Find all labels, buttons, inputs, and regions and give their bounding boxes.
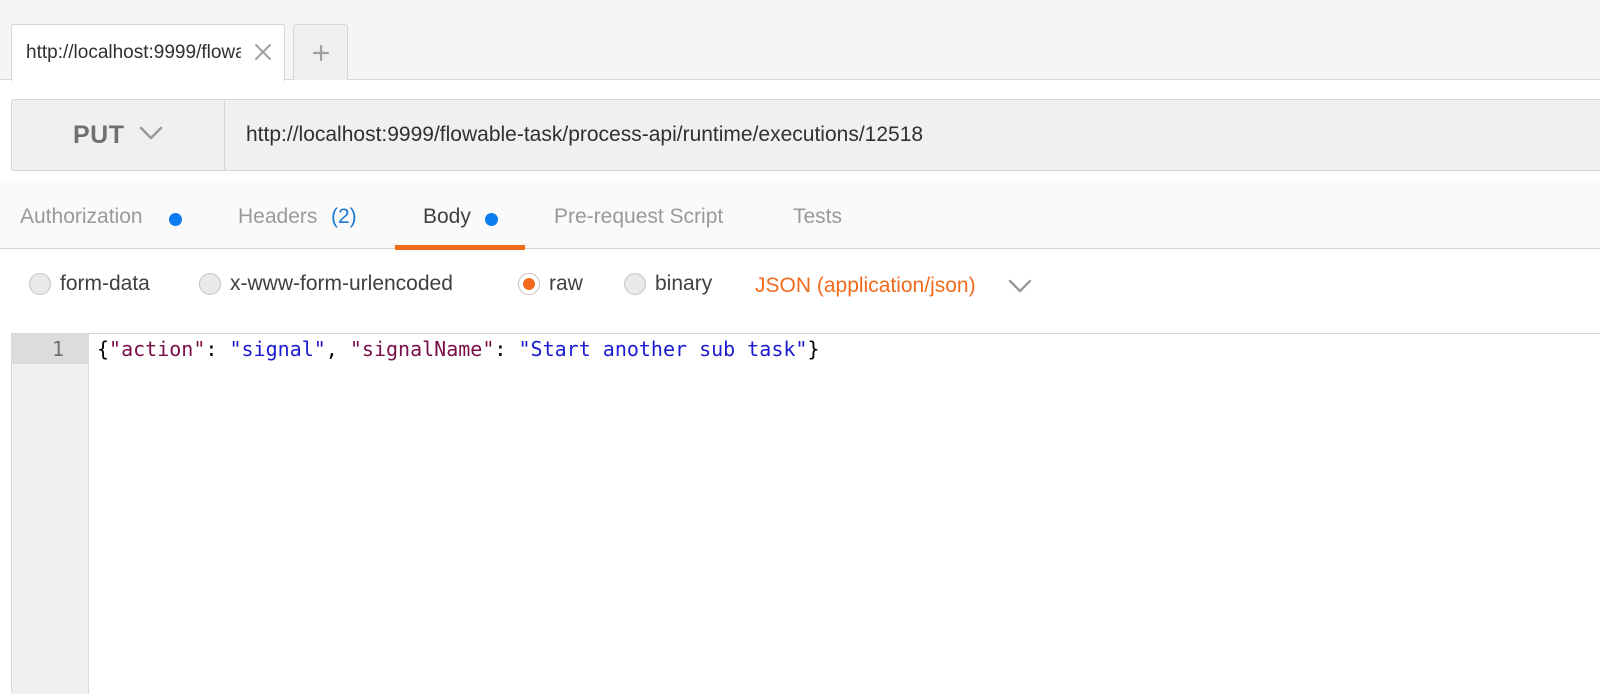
json-key: "signalName"	[349, 337, 495, 361]
json-brace: {	[97, 337, 110, 361]
method-label: PUT	[73, 121, 125, 149]
request-tab-strip: http://localhost:9999/flowable-task/proc…	[0, 0, 1600, 81]
radio-form-data[interactable]: form-data	[29, 270, 174, 300]
line-number-gutter: 1	[12, 334, 89, 694]
chevron-down-icon	[1008, 278, 1032, 299]
tab-authorization-label: Authorization	[20, 205, 143, 228]
request-bar: PUT	[11, 99, 1600, 171]
plus-icon	[312, 44, 330, 62]
tab-pre-request-script-label: Pre-request Script	[554, 205, 724, 228]
tab-authorization[interactable]: Authorization	[0, 180, 200, 249]
tab-tests[interactable]: Tests	[780, 180, 860, 249]
json-brace: }	[807, 337, 820, 361]
radio-x-www-form-urlencoded[interactable]: x-www-form-urlencoded	[199, 270, 489, 300]
url-input[interactable]	[226, 100, 1600, 170]
json-string: "Start another sub task"	[518, 337, 808, 361]
radio-form-data-circle[interactable]	[29, 273, 51, 295]
json-colon: :	[205, 337, 230, 361]
tab-body[interactable]: Body	[395, 180, 525, 250]
chevron-down-icon	[139, 125, 163, 146]
json-comma: ,	[325, 337, 350, 361]
tab-headers-label: Headers	[238, 205, 318, 228]
json-string: "signal"	[229, 337, 326, 361]
json-key: "action"	[109, 337, 206, 361]
tab-body-label: Body	[423, 205, 471, 228]
body-type-row: form-data x-www-form-urlencoded raw bina…	[0, 250, 1600, 324]
close-icon[interactable]	[251, 40, 275, 64]
method-select[interactable]: PUT	[12, 100, 225, 170]
radio-binary-label: binary	[655, 272, 713, 295]
radio-binary[interactable]: binary	[624, 270, 734, 300]
authorization-indicator-dot	[169, 213, 182, 226]
request-tab[interactable]: http://localhost:9999/flowable-task/proc…	[11, 24, 285, 81]
line-number: 1	[52, 337, 65, 361]
raw-body-editor[interactable]: 1 {"action": "signal", "signalName": "St…	[11, 333, 1600, 694]
tab-tests-label: Tests	[793, 205, 843, 228]
active-line-highlight	[12, 334, 89, 364]
json-colon: :	[494, 337, 519, 361]
request-section-tabs: Authorization Headers (2) Body Pre-reque…	[0, 180, 1600, 250]
body-indicator-dot	[485, 213, 498, 226]
radio-raw-label: raw	[549, 272, 583, 295]
radio-form-data-label: form-data	[60, 272, 150, 295]
headers-count-badge: (2)	[331, 205, 357, 228]
content-type-label: JSON (application/json)	[755, 274, 976, 297]
request-tab-label: http://localhost:9999/flowable-task/proc…	[26, 42, 241, 63]
radio-urlencoded-circle[interactable]	[199, 273, 221, 295]
code-line[interactable]: {"action": "signal", "signalName": "Star…	[97, 337, 820, 361]
radio-raw-circle[interactable]	[518, 273, 540, 295]
new-tab-button[interactable]	[293, 24, 348, 80]
radio-binary-circle[interactable]	[624, 273, 646, 295]
radio-urlencoded-label: x-www-form-urlencoded	[230, 272, 453, 295]
radio-raw[interactable]: raw	[518, 270, 598, 300]
content-type-select[interactable]: JSON (application/json)	[755, 268, 1045, 308]
tab-headers[interactable]: Headers (2)	[220, 180, 380, 249]
tab-pre-request-script[interactable]: Pre-request Script	[540, 180, 755, 249]
